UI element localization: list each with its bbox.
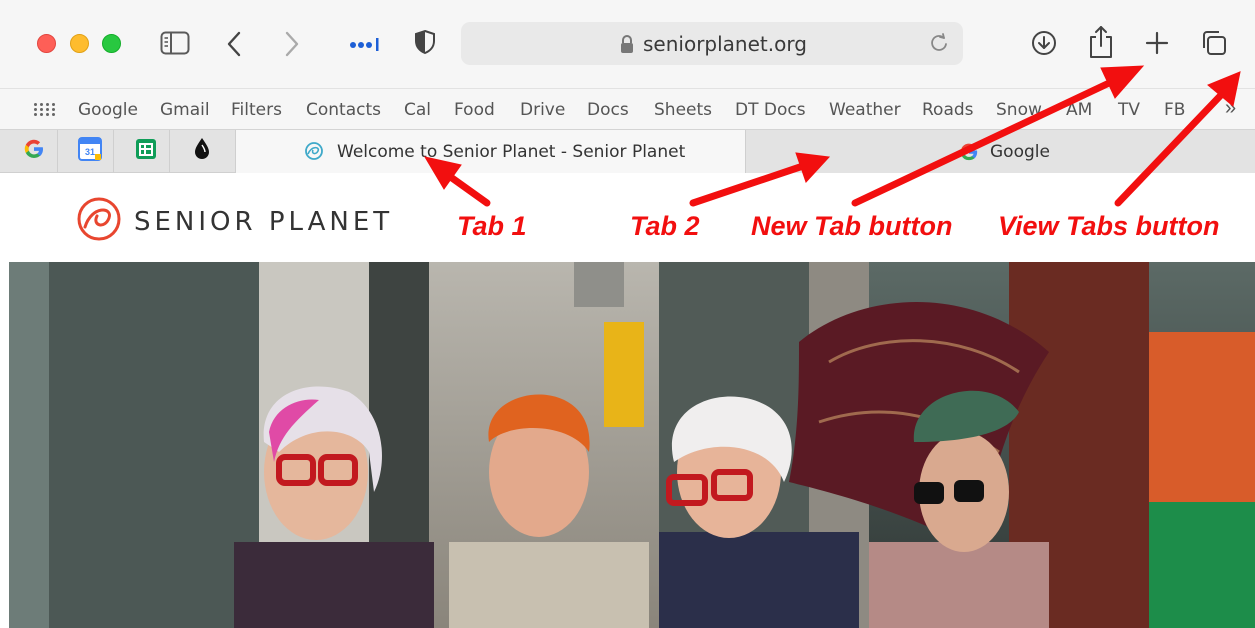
bookmark-cal[interactable]: Cal — [404, 100, 431, 120]
browser-toolbar: seniorplanet.org — [0, 0, 1255, 88]
pinned-tab-calendar[interactable]: 31 — [66, 130, 114, 173]
logo-text: SENIOR PLANET — [134, 206, 394, 237]
download-icon[interactable] — [1031, 30, 1057, 56]
bookmark-filters[interactable]: Filters — [231, 100, 282, 120]
lock-icon — [619, 34, 635, 59]
annotation-tab-2: Tab 2 — [630, 211, 700, 241]
google-icon — [23, 138, 45, 165]
window-close-button[interactable] — [37, 34, 56, 53]
new-tab-icon[interactable] — [1145, 31, 1169, 55]
address-bar[interactable]: seniorplanet.org — [461, 22, 963, 65]
senior-planet-logo[interactable]: SENIOR PLANET — [76, 196, 393, 247]
tab-2-google[interactable]: Google — [746, 130, 1255, 173]
ink-drop-icon — [193, 137, 211, 166]
forward-icon[interactable] — [284, 31, 300, 57]
bookmark-sheets[interactable]: Sheets — [654, 100, 712, 120]
bookmarks-bar: Google Gmail Filters Contacts Cal Food D… — [0, 88, 1255, 129]
share-icon[interactable] — [1088, 25, 1114, 59]
bookmark-roads[interactable]: Roads — [922, 100, 974, 120]
annotation-tab-1: Tab 1 — [457, 211, 527, 241]
annotation-view-tabs-button: View Tabs button — [998, 211, 1220, 241]
bookmark-food[interactable]: Food — [454, 100, 495, 120]
senior-planet-favicon — [304, 141, 324, 166]
google-icon — [959, 142, 979, 167]
window-minimize-button[interactable] — [70, 34, 89, 53]
shield-icon[interactable] — [414, 29, 436, 55]
pinned-tab-ink[interactable] — [178, 130, 226, 173]
extension-icon[interactable] — [349, 36, 385, 52]
bookmark-docs[interactable]: Docs — [587, 100, 629, 120]
senior-planet-logo-icon — [76, 196, 122, 247]
bookmark-dt-docs[interactable]: DT Docs — [735, 100, 806, 120]
bookmark-google[interactable]: Google — [78, 100, 138, 120]
bookmark-tv[interactable]: TV — [1118, 100, 1140, 120]
window-maximize-button[interactable] — [102, 34, 121, 53]
tab-1-senior-planet[interactable]: Welcome to Senior Planet - Senior Planet — [235, 130, 746, 173]
sidebar-icon[interactable] — [160, 31, 190, 55]
address-url: seniorplanet.org — [643, 32, 807, 56]
tab-bar: 31 Welcome to Senior Planet - Senior Pla… — [0, 129, 1255, 173]
bookmark-drive[interactable]: Drive — [520, 100, 565, 120]
bookmarks-overflow-button[interactable]: » — [1225, 97, 1236, 120]
back-icon[interactable] — [226, 31, 242, 57]
bookmark-fb[interactable]: FB — [1164, 100, 1185, 120]
bookmark-weather[interactable]: Weather — [829, 100, 901, 120]
tab-1-title: Welcome to Senior Planet - Senior Planet — [337, 142, 686, 162]
tab-2-title: Google — [990, 142, 1050, 162]
calendar-icon: 31 — [77, 137, 102, 166]
pinned-tab-google[interactable] — [10, 130, 58, 173]
reload-icon[interactable] — [929, 32, 949, 59]
pinned-tab-sheets[interactable] — [122, 130, 170, 173]
bookmark-gmail[interactable]: Gmail — [160, 100, 210, 120]
bookmark-contacts[interactable]: Contacts — [306, 100, 381, 120]
bookmark-snow[interactable]: Snow — [996, 100, 1042, 120]
sheets-icon — [135, 138, 157, 165]
hero-photo — [9, 262, 1255, 628]
view-tabs-icon[interactable] — [1200, 29, 1228, 57]
bookmark-am[interactable]: AM — [1066, 100, 1092, 120]
annotation-new-tab-button: New Tab button — [751, 211, 953, 241]
grid-icon[interactable] — [34, 103, 55, 117]
svg-text:31: 31 — [84, 147, 94, 157]
